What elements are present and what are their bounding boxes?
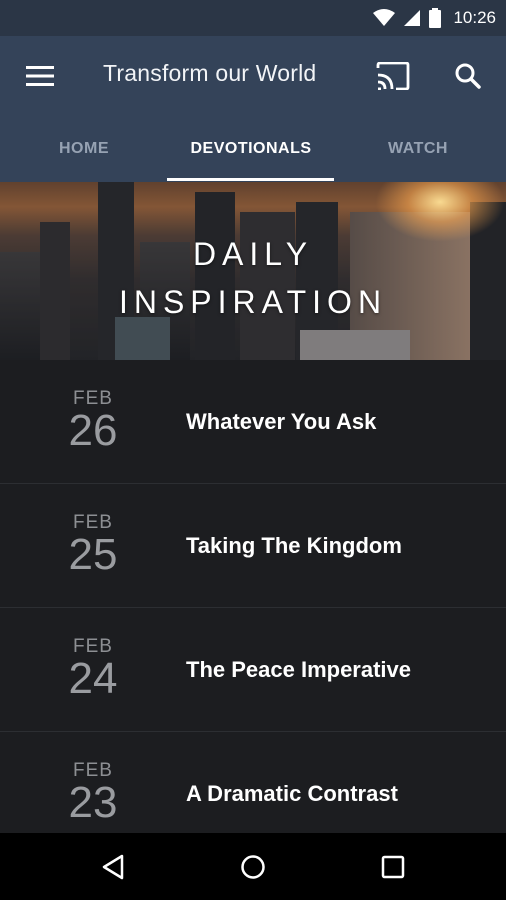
app-toolbar: Transform our World bbox=[0, 36, 506, 116]
home-circle-icon bbox=[241, 855, 265, 879]
devotional-item[interactable]: FEB 24 The Peace Imperative bbox=[0, 608, 506, 732]
wifi-icon bbox=[373, 9, 396, 26]
cast-button[interactable] bbox=[374, 58, 412, 94]
devotional-title: Taking The Kingdom bbox=[186, 533, 402, 558]
tab-watch[interactable]: WATCH bbox=[334, 116, 502, 182]
app-title: Transform our World bbox=[103, 60, 317, 86]
search-button[interactable] bbox=[448, 56, 488, 96]
recents-button[interactable] bbox=[371, 845, 415, 889]
back-button[interactable] bbox=[91, 845, 135, 889]
menu-button[interactable] bbox=[22, 58, 58, 94]
date-day: 23 bbox=[68, 778, 118, 827]
status-time: 10:26 bbox=[453, 8, 496, 27]
active-tab-indicator bbox=[167, 178, 334, 181]
system-nav-bar bbox=[0, 833, 506, 900]
devotional-title: A Dramatic Contrast bbox=[186, 781, 398, 806]
devotional-title: The Peace Imperative bbox=[186, 657, 412, 682]
home-button[interactable] bbox=[231, 845, 275, 889]
hero-title-line1: DAILY bbox=[192, 236, 314, 272]
devotional-title: Whatever You Ask bbox=[186, 409, 377, 434]
hero-title: DAILY INSPIRATION bbox=[0, 230, 506, 326]
devotional-item[interactable]: FEB 26 Whatever You Ask bbox=[0, 360, 506, 484]
back-triangle-icon bbox=[102, 854, 124, 880]
recents-square-icon bbox=[381, 855, 405, 879]
devotional-list: FEB 26 Whatever You Ask FEB 25 Taking Th… bbox=[0, 360, 506, 856]
hero-banner: DAILY INSPIRATION bbox=[0, 182, 506, 360]
hamburger-menu-icon bbox=[26, 66, 54, 86]
cell-signal-icon bbox=[404, 10, 421, 26]
tab-home[interactable]: HOME bbox=[0, 116, 168, 182]
hero-title-line2: INSPIRATION bbox=[118, 284, 388, 320]
search-icon bbox=[455, 63, 481, 89]
status-icons: 10:26 bbox=[373, 0, 496, 36]
devotional-item[interactable]: FEB 25 Taking The Kingdom bbox=[0, 484, 506, 608]
battery-icon bbox=[429, 8, 442, 28]
date-day: 26 bbox=[68, 406, 118, 455]
tab-bar: HOME DEVOTIONALS WATCH bbox=[0, 116, 506, 182]
date-day: 25 bbox=[68, 530, 118, 579]
date-day: 24 bbox=[68, 654, 118, 703]
tab-devotionals[interactable]: DEVOTIONALS bbox=[167, 116, 335, 182]
cast-icon bbox=[376, 62, 410, 90]
status-bar: 10:26 bbox=[0, 0, 506, 36]
